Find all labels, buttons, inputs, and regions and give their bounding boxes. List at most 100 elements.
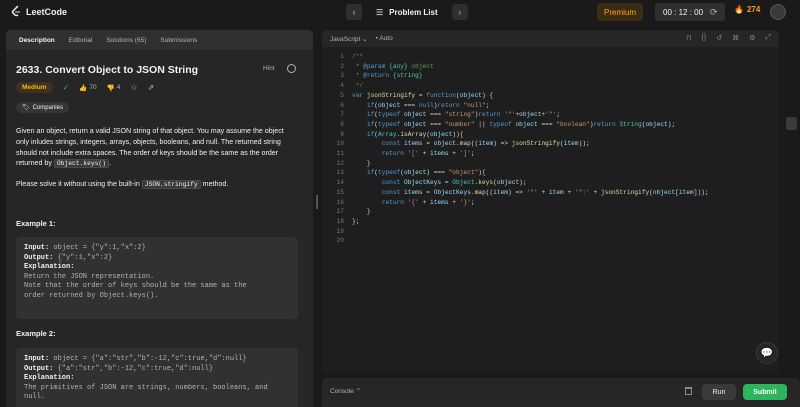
streak-counter[interactable]: 🔥 274 (734, 5, 760, 14)
description-panel: Description Editorial Solutions (65) Sub… (6, 30, 313, 407)
console-label: Console (330, 388, 354, 395)
line-number: 19 (336, 227, 344, 235)
submit-button[interactable]: Submit (743, 384, 787, 400)
dislike-button[interactable]: 👎 4 (107, 84, 121, 92)
console-toggle[interactable]: Console ⌃ (330, 387, 361, 395)
code-line: * @return {string} (352, 72, 423, 80)
explanation-line: Note that the order of keys should be th… (24, 282, 247, 290)
companies-tag[interactable]: 🏷 Companies (16, 102, 69, 113)
explanation-line: order returned by Object.keys(). (24, 291, 159, 300)
output-value: {"y":1,"x":2} (53, 253, 113, 262)
line-number: 10 (336, 140, 344, 148)
line-number: 8 (340, 120, 344, 128)
settings-icon[interactable]: ⚙ (749, 34, 755, 42)
thumbs-up-icon: 👍 (79, 84, 88, 92)
constraint-text: Please solve it without using the built-… (16, 180, 142, 188)
line-number: 1 (340, 53, 344, 60)
streak-count: 274 (746, 5, 761, 14)
panel-tabs: Description Editorial Solutions (65) Sub… (6, 30, 313, 50)
avatar[interactable] (770, 4, 786, 20)
prev-problem-button[interactable]: ‹ (346, 4, 362, 20)
run-button[interactable]: Run (702, 384, 736, 400)
output-label: Output: (24, 364, 54, 373)
input-value: object = {"a":"str","b":-12,"c":true,"d"… (49, 355, 247, 363)
code-line: if(object === null)return "null"; (366, 101, 490, 109)
language-label: JavaScript (330, 35, 361, 43)
constraint-end: method. (200, 180, 229, 188)
description-end: . (108, 159, 111, 168)
code-line: }; (352, 217, 360, 225)
object-keys-code: Object.keys() (53, 159, 109, 169)
problem-list-button[interactable]: ☰ Problem List (368, 4, 446, 20)
code-line: if(typeof object === "number" || typeof … (366, 120, 676, 128)
panel-resize-handle[interactable] (316, 195, 318, 209)
example-1-box: Input: object = {"y":1,"x":2} Output: {"… (16, 237, 298, 319)
timer-value: 00 : 12 : 00 (663, 7, 704, 17)
undo-icon[interactable]: ↺ (716, 34, 722, 42)
bookmark-icon[interactable]: ⊓ (686, 34, 691, 42)
line-number: 20 (336, 237, 344, 245)
fire-icon: 🔥 (734, 5, 744, 14)
list-icon: ☰ (376, 7, 384, 17)
line-number: 5 (340, 91, 344, 99)
code-line: const items = ObjectKeys.map((item) => '… (381, 188, 709, 196)
chat-button[interactable]: 💬 (756, 342, 778, 364)
thumbs-down-icon: 👎 (106, 84, 115, 92)
line-number: 13 (336, 169, 344, 177)
share-icon[interactable]: ⇗ (147, 83, 154, 92)
code-line: return '{' + items + '}'; (381, 198, 475, 206)
problem-meta: Medium ✓ 👍 70 👎 4 ☆ ⇗ (16, 82, 154, 93)
trash-icon[interactable] (685, 387, 692, 395)
example-2-box: Input: object = {"a":"str","b":-12,"c":t… (16, 348, 298, 407)
tab-solutions[interactable]: Solutions (65) (99, 30, 153, 50)
explanation-line: null. (24, 393, 46, 401)
next-problem-button[interactable]: › (451, 4, 468, 20)
info-icon[interactable] (287, 64, 296, 73)
code-line: */ (352, 82, 364, 90)
line-number: 2 (340, 62, 344, 70)
line-number: 6 (340, 101, 344, 109)
braces-icon[interactable]: {} (702, 34, 707, 42)
input-value: object = {"y":1,"x":2} (49, 244, 146, 252)
mode-select[interactable]: • Auto (376, 35, 393, 42)
console-bar: Console ⌃ Run Submit (322, 378, 800, 407)
tab-description[interactable]: Description (12, 30, 62, 50)
like-button[interactable]: 👍 70 (79, 84, 96, 92)
line-number: 9 (340, 130, 344, 138)
tag-icon: 🏷 (22, 105, 30, 111)
code-editor[interactable]: JavaScript ⌄ • Auto ⊓ {} ↺ ⌘ ⚙ ⤢ 1 2 3 4… (322, 30, 779, 374)
line-number: 7 (340, 111, 344, 119)
chevron-right-icon: › (458, 7, 462, 17)
chevron-left-icon: ‹ (352, 7, 356, 17)
code-line: if(Array.isArray(object)){ (366, 130, 464, 138)
explanation-line: Return the JSON representation. (24, 272, 155, 281)
logo-text: LeetCode (26, 6, 68, 17)
premium-button[interactable]: Premium (597, 3, 644, 21)
code-line: const items = object.map((item) => jsonS… (381, 140, 590, 148)
output-value: {"a":"str","b":-12,"c":true,"d":null} (53, 364, 214, 373)
star-icon[interactable]: ☆ (130, 83, 137, 92)
line-number: 11 (336, 150, 344, 157)
reset-icon[interactable]: ⟳ (710, 7, 718, 18)
companies-label: Companies (32, 104, 63, 111)
problem-nav: ‹ ☰ Problem List › (346, 4, 468, 20)
tab-submissions[interactable]: Submissions (153, 30, 204, 50)
expand-icon[interactable]: ⤢ (765, 34, 771, 42)
line-number: 4 (340, 82, 344, 90)
problem-title: 2633. Convert Object to JSON String (16, 64, 199, 76)
tab-editorial[interactable]: Editorial (62, 30, 99, 50)
code-line: if(typeof(object) === "object"){ (366, 169, 486, 177)
logo[interactable]: LeetCode (10, 5, 67, 18)
timer[interactable]: 00 : 12 : 00 ⟳ (655, 3, 725, 21)
code-line: if(typeof object === "string")return '"'… (366, 111, 561, 119)
dislike-count: 4 (116, 84, 121, 91)
line-number: 17 (336, 208, 344, 216)
shortcut-icon[interactable]: ⌘ (732, 34, 739, 42)
code-line: } (352, 208, 371, 216)
code-line: const ObjectKeys = Object.keys(object); (381, 179, 527, 187)
file-icon[interactable] (786, 117, 797, 130)
language-select[interactable]: JavaScript ⌄ (330, 35, 368, 43)
hint-button[interactable]: Hint (263, 65, 275, 72)
explanation-label: Explanation: (24, 374, 75, 382)
input-label: Input: (24, 355, 50, 363)
